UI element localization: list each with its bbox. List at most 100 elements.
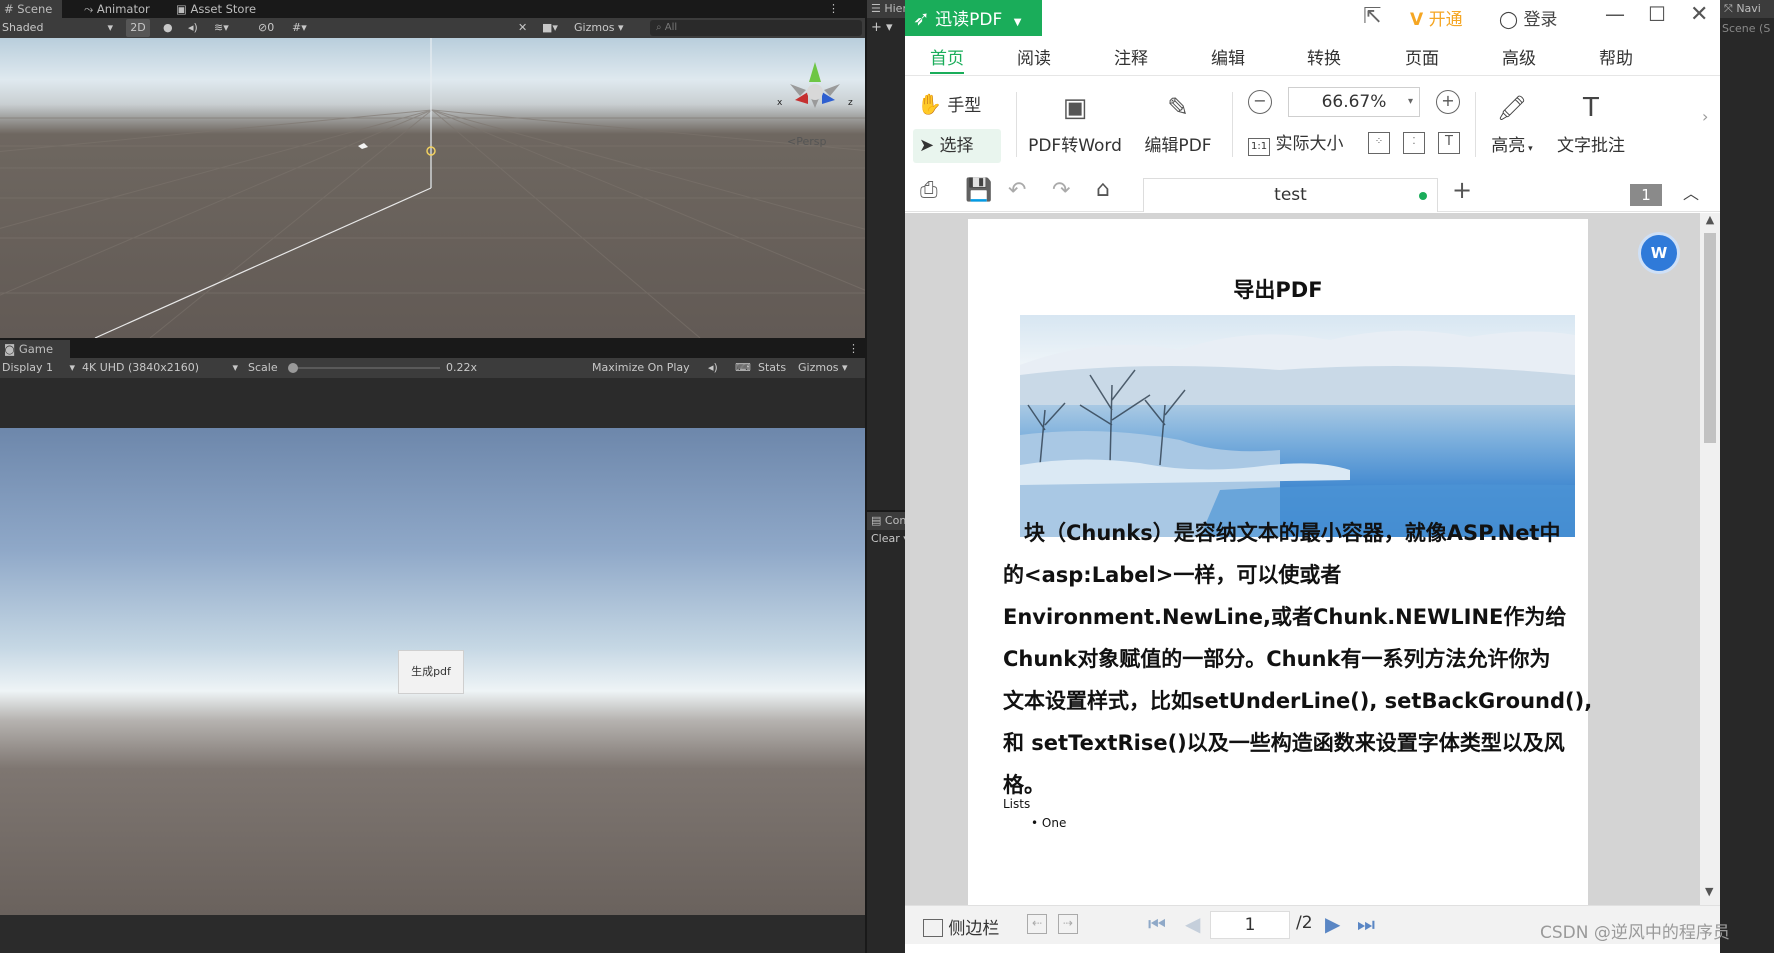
mute-audio-icon[interactable]: ◂): [708, 359, 718, 377]
redo-icon[interactable]: ↷: [1052, 178, 1070, 203]
forward-view-icon[interactable]: ⇢: [1058, 914, 1078, 934]
mode-2d-button[interactable]: 2D: [126, 19, 150, 37]
scene-search-input[interactable]: ⌕ All: [650, 20, 862, 36]
persp-label[interactable]: <Persp: [787, 135, 826, 148]
scroll-up-icon[interactable]: ▲: [1700, 213, 1720, 226]
highlight-button[interactable]: 🖍 高亮 ▾: [1482, 91, 1542, 156]
orientation-gizmo-icon[interactable]: x z: [770, 56, 860, 126]
camera-icon[interactable]: ■▾: [542, 19, 558, 37]
edit-pdf-button[interactable]: ✎ 编辑PDF: [1133, 91, 1223, 156]
text-comment-button[interactable]: T 文字批注: [1548, 91, 1634, 156]
chevron-down-icon: ▾: [232, 361, 238, 374]
hidden-objects-icon[interactable]: ⊘0: [258, 19, 274, 37]
fit-width-icon[interactable]: ⁚: [1403, 132, 1425, 154]
minimize-icon[interactable]: —: [1605, 2, 1625, 26]
document-viewport[interactable]: 导出PDF 块（Chunks）是容纳文本的最小容器，就像ASP.Net中 的<a…: [905, 213, 1720, 905]
tab-edit[interactable]: 编辑: [1211, 44, 1245, 74]
game-viewport[interactable]: 生成pdf: [0, 428, 865, 915]
tab-navigation[interactable]: ⤧ Navi: [1720, 0, 1774, 18]
generate-pdf-button[interactable]: 生成pdf: [398, 650, 464, 694]
undo-icon[interactable]: ↶: [1008, 178, 1026, 203]
close-icon[interactable]: ✕: [1690, 2, 1708, 27]
scene-grid: [0, 38, 865, 338]
home-icon[interactable]: ⌂: [1096, 177, 1110, 202]
print-icon[interactable]: ⎙: [920, 178, 938, 203]
tab-asset-store[interactable]: ▣ Asset Store: [172, 0, 272, 18]
actual-size-button[interactable]: 1:1 实际大小: [1248, 131, 1344, 157]
scrollbar-thumb[interactable]: [1704, 233, 1716, 443]
fit-page-icon[interactable]: ⁘: [1368, 132, 1390, 154]
page-badge: 1: [1630, 184, 1662, 206]
hand-icon: ✋: [917, 92, 942, 116]
scene-viewport[interactable]: x z <Persp: [0, 38, 865, 338]
tab-game-label: Game: [18, 342, 54, 356]
lighting-icon[interactable]: ●: [163, 19, 173, 37]
pdf-app-name: 迅读PDF: [935, 10, 1003, 30]
tools-icon[interactable]: ✕: [518, 19, 527, 37]
collapse-up-icon[interactable]: ︿: [1683, 180, 1699, 204]
zoom-in-icon[interactable]: +: [1436, 90, 1460, 114]
pdf-to-word-button[interactable]: ▣ PDF转Word: [1025, 91, 1125, 156]
document-tab-test[interactable]: test: [1143, 178, 1438, 212]
chevron-down-icon: ▼: [1013, 17, 1022, 28]
floating-word-convert-button[interactable]: W: [1638, 232, 1680, 274]
cursor-icon: ➤: [919, 135, 935, 156]
sidebar-toggle[interactable]: 侧边栏: [923, 914, 999, 939]
next-page-icon[interactable]: ▶: [1325, 912, 1340, 936]
tab-annotate[interactable]: 注释: [1114, 44, 1148, 74]
new-tab-icon[interactable]: +: [1452, 176, 1472, 204]
last-page-icon[interactable]: ⏭: [1357, 912, 1375, 936]
login-button[interactable]: ◯ 登录: [1499, 5, 1557, 30]
game-more-icon[interactable]: ⋮: [848, 340, 859, 358]
tab-help[interactable]: 帮助: [1599, 44, 1633, 74]
game-gizmos-dropdown[interactable]: Gizmos ▾: [798, 359, 848, 377]
vertical-scrollbar[interactable]: ▲ ▼: [1700, 213, 1720, 905]
scene-more-icon[interactable]: ⋮: [828, 0, 839, 18]
ribbon-scroll-right-icon[interactable]: ›: [1702, 107, 1708, 126]
shading-dropdown[interactable]: Shaded ▾: [2, 19, 117, 37]
grid-snap-icon[interactable]: #▾: [292, 19, 307, 37]
chevron-down-icon: ▾: [107, 21, 113, 34]
tab-advanced[interactable]: 高级: [1502, 44, 1536, 74]
maximize-icon[interactable]: ☐: [1648, 2, 1666, 26]
tab-game[interactable]: ◙ Game: [0, 340, 70, 358]
scroll-down-icon[interactable]: ▼: [1705, 885, 1713, 898]
tab-scene[interactable]: # Scene: [0, 0, 62, 18]
resolution-dropdown[interactable]: 4K UHD (3840x2160) ▾: [82, 359, 240, 377]
zoom-select[interactable]: 66.67% ▾: [1288, 87, 1420, 117]
audio-icon[interactable]: ◂): [188, 19, 198, 37]
save-icon[interactable]: 💾: [965, 178, 992, 203]
page-number-input[interactable]: 1: [1210, 911, 1290, 939]
pdf-app-menu-button[interactable]: ➶ 迅读PDF ▼: [905, 0, 1042, 36]
zoom-value: 66.67%: [1321, 92, 1387, 112]
tab-page[interactable]: 页面: [1405, 44, 1439, 74]
back-view-icon[interactable]: ⇠: [1027, 914, 1047, 934]
zoom-out-icon[interactable]: −: [1248, 90, 1272, 114]
scale-label: Scale: [248, 361, 278, 374]
tab-read[interactable]: 阅读: [1017, 44, 1051, 74]
text-comment-label: 文字批注: [1557, 136, 1625, 156]
scale-slider-handle[interactable]: [288, 363, 298, 373]
display-dropdown[interactable]: Display 1 ▾: [2, 359, 77, 377]
share-icon[interactable]: ⇱: [1363, 4, 1381, 29]
keyboard-icon[interactable]: ⌨: [735, 359, 751, 377]
text-select-icon[interactable]: T: [1438, 132, 1460, 154]
hierarchy-add-button[interactable]: + ▾: [871, 20, 893, 35]
tab-home[interactable]: 首页: [930, 44, 964, 74]
first-page-icon[interactable]: ⏮: [1148, 912, 1166, 936]
edit-icon: ✎: [1167, 93, 1189, 123]
prev-page-icon[interactable]: ◀: [1185, 912, 1200, 936]
sidebar-label: 侧边栏: [948, 919, 1000, 939]
effects-icon[interactable]: ≋▾: [214, 19, 229, 37]
scale-slider[interactable]: [288, 363, 440, 373]
tab-animator[interactable]: ⤳ Animator: [80, 0, 160, 18]
vip-button[interactable]: V 开通: [1410, 5, 1463, 30]
tab-convert[interactable]: 转换: [1307, 44, 1341, 74]
maximize-on-play-toggle[interactable]: Maximize On Play: [592, 359, 690, 377]
stats-toggle[interactable]: Stats: [758, 359, 786, 377]
select-tool-button[interactable]: ➤ 选择: [913, 129, 1001, 163]
gizmos-dropdown[interactable]: Gizmos ▾: [574, 19, 624, 37]
actual-size-label: 实际大小: [1275, 134, 1344, 154]
hand-tool-button[interactable]: ✋ 手型: [917, 88, 1007, 120]
console-clear-button[interactable]: Clear ▾: [871, 532, 909, 545]
